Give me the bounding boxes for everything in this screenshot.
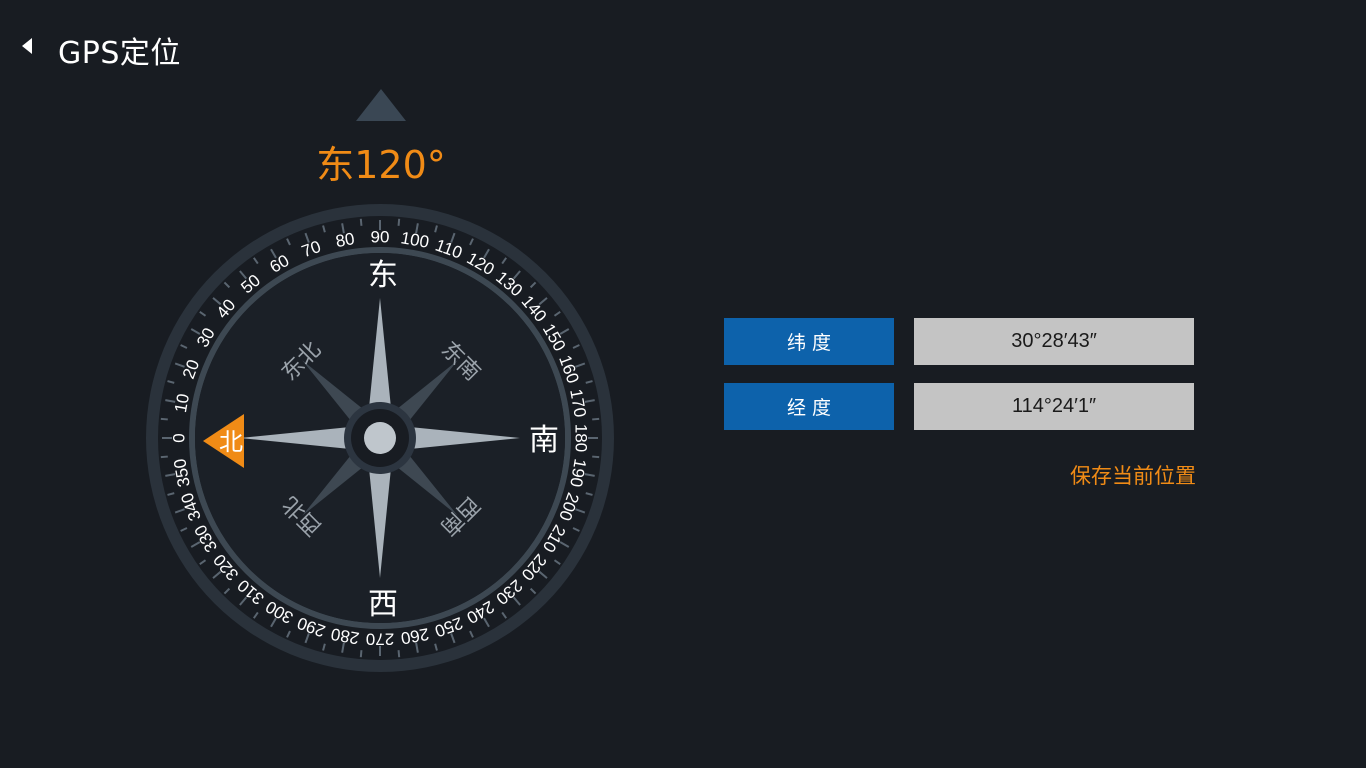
compass-tick — [592, 455, 600, 459]
compass-scale-label: 80 — [334, 229, 356, 251]
page-title: GPS定位 — [58, 36, 181, 71]
header-bar: GPS定位 — [0, 0, 400, 96]
compass-scale-label: 270 — [366, 630, 394, 649]
latitude-label: 纬 度 — [724, 318, 894, 365]
compass-hub-center — [364, 422, 396, 454]
back-triangle-icon — [22, 38, 32, 54]
compass-scale-label: 180 — [572, 424, 591, 452]
longitude-value: 114°24′1″ — [914, 383, 1194, 430]
compass-tick — [160, 417, 168, 421]
cardinal-south: 南 — [529, 423, 559, 458]
latitude-value: 30°28′43″ — [914, 318, 1194, 365]
compass-dial[interactable]: 010203040506070 80 90 100 110120130140150160… — [130, 188, 630, 688]
compass-scale-label: 0 — [169, 433, 188, 442]
compass-scale-label: 90 — [371, 227, 390, 246]
compass-tick — [359, 650, 363, 658]
heading-pointer-icon — [356, 89, 406, 121]
compass-tick — [160, 455, 168, 459]
compass-tick — [397, 650, 401, 658]
save-location-button[interactable]: 保存当前位置 — [1020, 460, 1196, 490]
cardinal-north: 北 — [219, 428, 243, 456]
compass-scale-label: 10 — [171, 392, 193, 414]
compass-tick — [359, 218, 363, 226]
compass-tick — [592, 417, 600, 421]
compass-tick — [397, 218, 401, 226]
back-button[interactable] — [14, 32, 42, 60]
cardinal-west: 西 — [368, 587, 398, 622]
cardinal-east: 东 — [368, 258, 398, 293]
longitude-label: 经 度 — [724, 383, 894, 430]
heading-readout: 东120° — [316, 143, 446, 187]
